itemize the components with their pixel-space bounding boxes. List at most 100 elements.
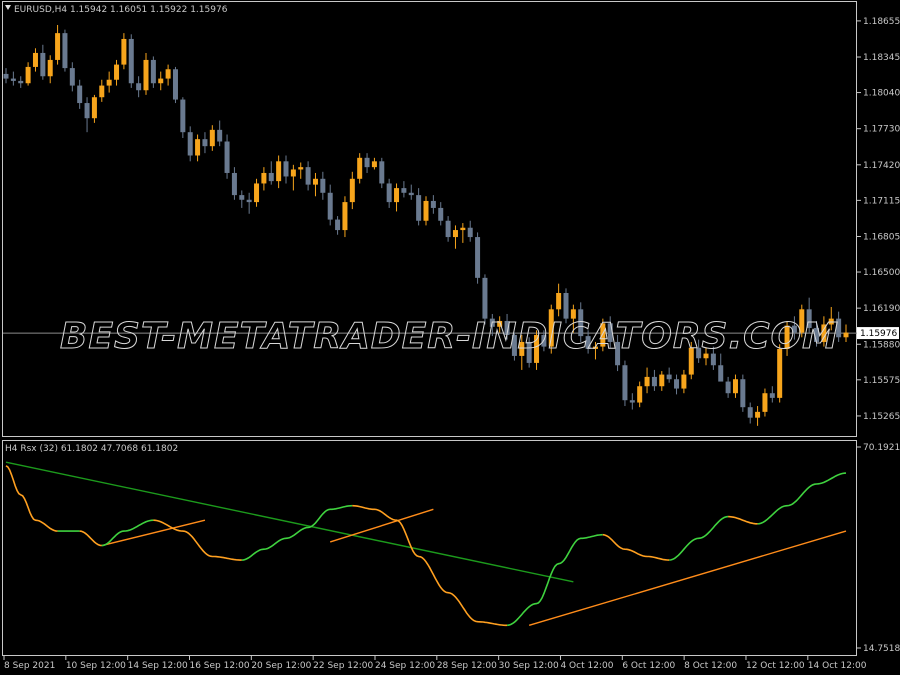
candle-body[interactable]	[732, 379, 738, 394]
candle-body[interactable]	[136, 83, 142, 91]
candle-body[interactable]	[84, 103, 90, 119]
candle-body[interactable]	[172, 69, 178, 100]
rsx-tick-label: 70.1921	[863, 443, 900, 453]
candle-body[interactable]	[445, 220, 451, 238]
candle-body[interactable]	[91, 97, 97, 119]
candle-body[interactable]	[755, 411, 761, 418]
time-tick-label: 14 Sep 12:00	[128, 661, 188, 671]
candle-body[interactable]	[475, 237, 481, 278]
time-tick-label: 22 Sep 12:00	[313, 661, 373, 671]
candle-body[interactable]	[165, 69, 171, 79]
candle-body[interactable]	[651, 376, 657, 387]
candle-body[interactable]	[622, 365, 628, 401]
candle-body[interactable]	[261, 172, 267, 184]
time-tick-label: 28 Sep 12:00	[437, 661, 497, 671]
candle-body[interactable]	[47, 59, 53, 77]
candle-body[interactable]	[401, 188, 407, 193]
candle-body[interactable]	[386, 183, 392, 203]
candle-body[interactable]	[187, 132, 193, 156]
candle-body[interactable]	[143, 59, 149, 91]
candle-body[interactable]	[659, 374, 665, 387]
time-tick-label: 30 Sep 12:00	[499, 661, 559, 671]
candle-body[interactable]	[371, 161, 377, 168]
candle-body[interactable]	[231, 172, 237, 196]
candle-body[interactable]	[769, 393, 775, 398]
watermark-text: BEST-METATRADER-INDICATORS.COM	[60, 316, 839, 357]
candle-body[interactable]	[150, 59, 156, 84]
price-tick-label: 1.16190	[863, 304, 900, 314]
candle-body[interactable]	[25, 66, 31, 84]
candle-body[interactable]	[268, 172, 274, 182]
time-tick-label: 12 Oct 12:00	[746, 661, 805, 671]
candle-body[interactable]	[62, 33, 68, 69]
candle-body[interactable]	[666, 374, 672, 380]
candle-body[interactable]	[747, 407, 753, 418]
candle-body[interactable]	[467, 227, 473, 238]
candle-body[interactable]	[556, 292, 562, 310]
candle-body[interactable]	[10, 78, 16, 81]
candle-body[interactable]	[379, 161, 385, 184]
candle-body[interactable]	[305, 167, 311, 185]
candle-body[interactable]	[298, 167, 304, 170]
candle-body[interactable]	[460, 227, 466, 231]
candle-body[interactable]	[843, 332, 849, 338]
candle-body[interactable]	[195, 139, 201, 156]
candle-body[interactable]	[246, 199, 252, 203]
candle-body[interactable]	[725, 381, 731, 394]
candle-body[interactable]	[482, 277, 488, 319]
candle-body[interactable]	[416, 195, 422, 221]
candle-body[interactable]	[254, 183, 260, 203]
candle-body[interactable]	[18, 80, 24, 84]
candle-body[interactable]	[312, 178, 318, 185]
candle-body[interactable]	[3, 73, 9, 79]
candle-body[interactable]	[674, 379, 680, 389]
candle-body[interactable]	[762, 393, 768, 412]
candle-body[interactable]	[224, 141, 230, 173]
candle-body[interactable]	[114, 64, 120, 80]
candle-body[interactable]	[335, 219, 341, 231]
price-tick-label: 1.15575	[863, 376, 900, 386]
candle-body[interactable]	[239, 195, 245, 200]
candle-body[interactable]	[290, 169, 296, 177]
candle-body[interactable]	[430, 200, 436, 208]
candle-body[interactable]	[364, 157, 370, 168]
candle-body[interactable]	[202, 139, 208, 147]
candle-body[interactable]	[629, 400, 635, 403]
time-tick-label: 8 Oct 12:00	[684, 661, 737, 671]
candle-body[interactable]	[718, 365, 724, 382]
candle-body[interactable]	[394, 188, 400, 203]
candle-body[interactable]	[158, 78, 164, 84]
candle-body[interactable]	[563, 292, 569, 319]
candle-body[interactable]	[357, 157, 363, 179]
candle-body[interactable]	[217, 129, 223, 142]
candle-body[interactable]	[128, 38, 134, 84]
candle-body[interactable]	[438, 207, 444, 221]
candle-body[interactable]	[55, 33, 61, 60]
candle-body[interactable]	[40, 52, 46, 77]
symbol-header: EURUSD,H4 1.15942 1.16051 1.15922 1.1597…	[14, 5, 228, 15]
candle-body[interactable]	[320, 178, 326, 193]
candle-body[interactable]	[69, 68, 75, 86]
candle-body[interactable]	[423, 200, 429, 221]
candle-body[interactable]	[644, 376, 650, 387]
candle-body[interactable]	[32, 52, 38, 67]
candle-body[interactable]	[327, 192, 333, 220]
price-tick-label: 1.17420	[863, 161, 900, 171]
candle-body[interactable]	[77, 85, 83, 104]
candle-body[interactable]	[180, 99, 186, 133]
candle-body[interactable]	[637, 386, 643, 403]
candle-body[interactable]	[99, 85, 105, 98]
rsx-tick-label: 14.7518	[863, 644, 900, 654]
candle-body[interactable]	[681, 374, 687, 389]
chart-canvas: 1.18655 1.18345 1.18040 1.17730 1.17420 1.171…	[0, 0, 900, 675]
candle-body[interactable]	[121, 38, 127, 65]
candle-body[interactable]	[408, 192, 414, 196]
candle-body[interactable]	[349, 178, 355, 203]
candle-body[interactable]	[740, 379, 746, 408]
candle-body[interactable]	[276, 161, 282, 182]
candle-body[interactable]	[342, 202, 348, 231]
candle-body[interactable]	[209, 129, 215, 147]
candle-body[interactable]	[106, 79, 112, 86]
candle-body[interactable]	[452, 230, 458, 238]
candle-body[interactable]	[283, 161, 289, 177]
